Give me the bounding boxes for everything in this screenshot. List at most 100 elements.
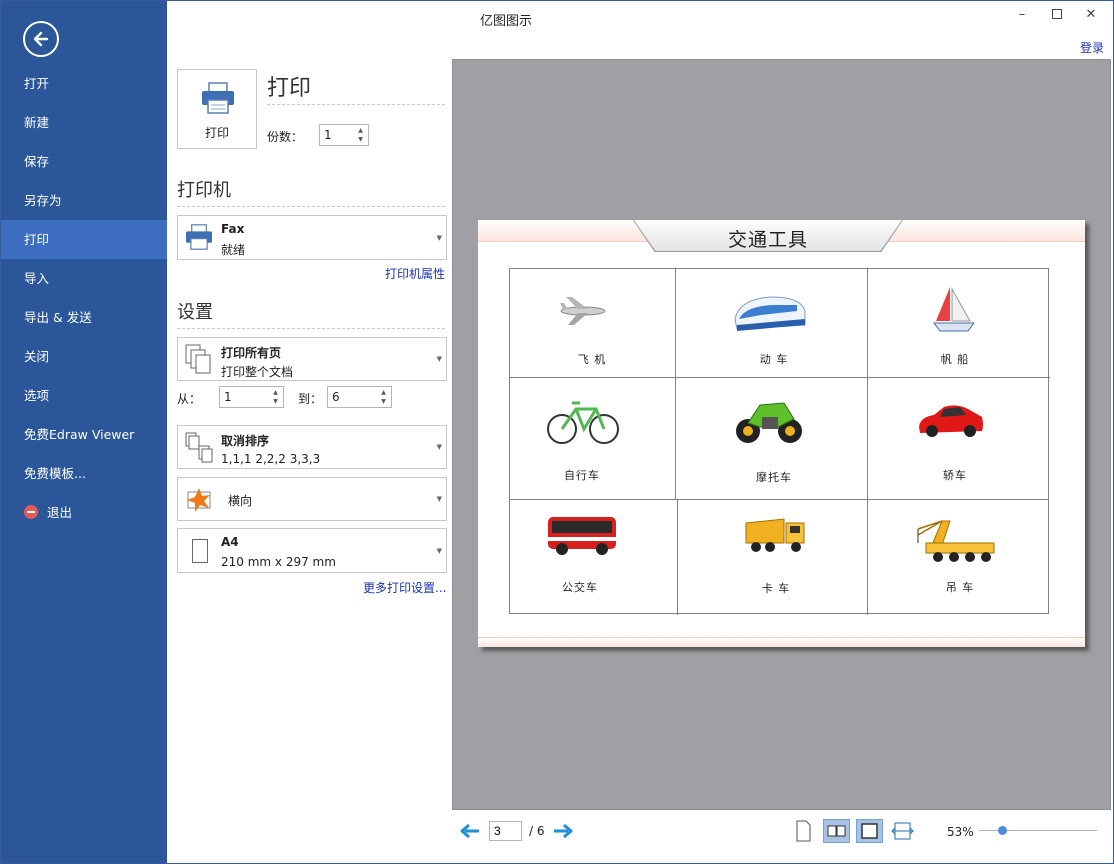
spin-down-icon[interactable]: ▼ [271,398,280,405]
orientation-value: 横向 [228,494,253,508]
sidebar-item-new[interactable]: 新建 [1,103,167,142]
divider [267,104,445,105]
vehicle-label: 帆 船 [940,353,970,366]
sidebar-item-import[interactable]: 导入 [1,259,167,298]
sidebar-item-label: 打开 [24,76,50,91]
orientation-select[interactable]: 横向 ▼ [177,477,447,521]
sidebar-item-label: 退出 [47,505,73,520]
fit-page-view-button[interactable] [856,819,883,843]
sidebar-item-export-send[interactable]: 导出 & 发送 [1,298,167,337]
car-icon [919,405,983,437]
pages-icon [185,344,211,374]
more-print-settings-link[interactable]: 更多打印设置... [363,579,446,596]
divider [177,206,445,207]
to-label: 到： [298,392,323,406]
page-icon [192,539,208,563]
sidebar-item-free-viewer[interactable]: 免费Edraw Viewer [1,415,167,454]
print-button[interactable]: 打印 [177,69,257,149]
divider [177,328,445,329]
vehicle-label: 飞 机 [577,353,607,366]
spin-up-icon[interactable]: ▲ [379,389,388,396]
page-icon [796,820,811,842]
page-number-input[interactable] [489,821,522,841]
back-button[interactable] [23,21,59,57]
grid-line [675,269,676,377]
print-button-label: 打印 [204,126,229,140]
spin-up-icon[interactable]: ▲ [271,389,280,396]
copies-stepper[interactable]: 1 ▲ ▼ [319,124,369,146]
printer-properties-link[interactable]: 打印机属性 [385,265,445,282]
sidebar-item-exit[interactable]: 退出 [1,493,167,532]
fit-width-view-button[interactable] [889,819,916,843]
maximize-button[interactable] [1047,6,1067,24]
chevron-down-icon: ▼ [436,443,442,451]
grid-line [510,499,1048,500]
preview-page: 交通工具 飞 机 动 车 帆 船 自行车 摩托车 轿车 公交车 卡 车 吊 车 [478,220,1085,647]
from-page-value: 1 [224,390,232,404]
sidebar-item-label: 免费模板... [24,466,86,481]
sidebar-item-label: 打印 [24,232,50,247]
sidebar-nav: 打开 新建 保存 另存为 打印 导入 导出 & 发送 关闭 选项 免费Edraw… [1,64,167,532]
sidebar-item-label: 新建 [24,115,50,130]
vehicle-grid: 飞 机 动 车 帆 船 自行车 摩托车 轿车 公交车 卡 车 吊 车 [509,268,1050,615]
sidebar-item-save[interactable]: 保存 [1,142,167,181]
chevron-down-icon: ▼ [436,546,442,555]
zoom-level: 53% [947,825,974,839]
print-range-subtitle: 打印整个文档 [221,365,294,379]
spin-up-icon[interactable]: ▲ [356,127,365,134]
printer-status: 就绪 [221,243,246,257]
from-label: 从： [177,392,202,406]
vehicle-label: 自行车 [564,469,600,482]
collate-select[interactable]: 取消排序 1,1,1 2,2,2 3,3,3 ▼ [177,425,447,469]
sidebar-item-options[interactable]: 选项 [1,376,167,415]
motorcycle-icon [736,402,802,443]
fit-page-icon [861,823,878,839]
login-link[interactable]: 登录 [1080,39,1104,56]
paper-size-subtitle: 210 mm x 297 mm [221,555,336,569]
grid-line [867,269,868,377]
print-range-title: 打印所有页 [221,346,282,360]
copies-label: 份数： [267,130,304,144]
from-page-stepper[interactable]: 1 ▲ ▼ [219,386,284,408]
vehicle-label: 公交车 [562,581,598,594]
two-page-view-button[interactable] [823,819,850,843]
previous-page-button[interactable] [460,823,480,839]
maximize-icon [1052,9,1062,19]
next-page-button[interactable] [553,823,573,839]
page-title: 打印 [267,76,312,101]
zoom-slider[interactable] [979,830,1097,831]
vehicle-label: 卡 车 [761,582,791,595]
spin-down-icon[interactable]: ▼ [379,398,388,405]
grid-line [677,499,678,615]
sidebar-item-open[interactable]: 打开 [1,64,167,103]
sidebar-item-free-templates[interactable]: 免费模板... [1,454,167,493]
printer-section-title: 打印机 [177,180,231,201]
close-window-button[interactable]: ✕ [1081,6,1101,24]
to-page-stepper[interactable]: 6 ▲ ▼ [327,386,392,408]
copies-value: 1 [324,128,332,142]
sailboat-icon [933,287,975,332]
printer-icon [186,224,212,250]
collate-icon [185,432,213,463]
sidebar-item-label: 保存 [24,154,50,169]
spin-down-icon[interactable]: ▼ [356,136,365,143]
bullet-train-icon [734,296,806,331]
minimize-icon: – [1018,7,1026,22]
print-range-select[interactable]: 打印所有页 打印整个文档 ▼ [177,337,447,381]
two-pages-icon [827,825,846,837]
chevron-down-icon: ▼ [436,495,442,503]
vehicle-label: 动 车 [759,353,789,366]
printer-icon [202,82,234,114]
sidebar-item-close[interactable]: 关闭 [1,337,167,376]
sidebar-item-label: 免费Edraw Viewer [24,427,135,442]
grid-line [675,377,676,499]
single-page-view-button[interactable] [790,819,817,843]
vehicle-label: 轿车 [943,469,967,482]
exit-icon [24,505,38,519]
sidebar-item-save-as[interactable]: 另存为 [1,181,167,220]
grid-line [867,499,868,615]
paper-size-select[interactable]: A4 210 mm x 297 mm ▼ [177,528,447,573]
sidebar-item-print[interactable]: 打印 [1,220,167,259]
printer-select[interactable]: Fax 就绪 ▼ [177,215,447,260]
minimize-button[interactable]: – [1012,6,1032,24]
